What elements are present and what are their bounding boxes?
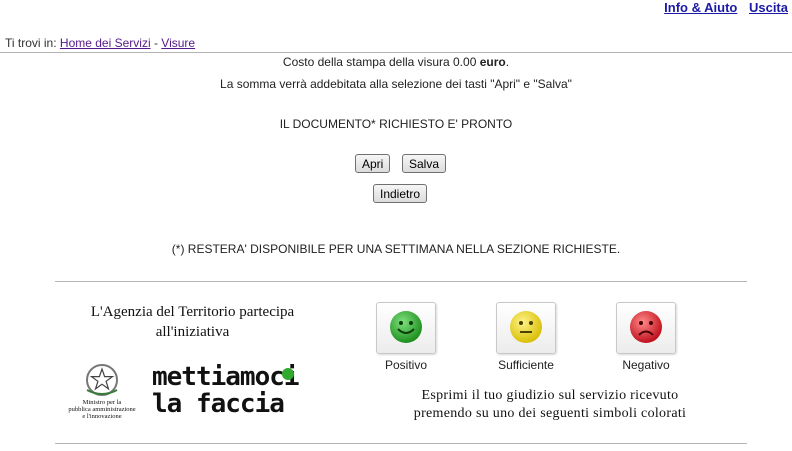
charge-note: La somma verrà addebitata alla selezione… [220,77,572,91]
republic-emblem-icon [78,362,126,398]
cost-line: Costo della stampa della visura 0.00 eur… [0,55,792,69]
ministry-caption: Ministro per la pubblica amministrazione… [64,399,140,420]
rating-sufficient-button[interactable] [496,302,556,354]
agency-text-line1: L'Agenzia del Territorio partecipa [90,304,295,320]
feedback-line1: Esprimi il tuo giudizio sul servizio ric… [421,388,679,403]
cost-suffix: . [505,55,510,69]
happy-face-icon [390,311,422,343]
ministry-line: e l'innovazione [82,413,122,420]
breadcrumb-visure[interactable]: Visure [161,36,195,50]
rating-positive-label: Positivo [384,358,428,372]
save-button[interactable]: Salva [402,154,447,173]
breadcrumb-prefix: Ti trovi in: [5,36,57,50]
breadcrumb-separator: - [153,36,158,50]
cost-text: Costo della stampa della visura 0.00 [282,55,480,69]
ministry-line: pubblica amministrazione [68,406,136,413]
header-divider [0,52,792,53]
rating-positive-button[interactable] [376,302,436,354]
document-ready-message: IL DOCUMENTO* RICHIESTO E' PRONTO [279,117,513,131]
mettiamoci-la-faccia-logo: mettiamoci la faccia [152,362,300,419]
logo-green-face-icon [282,368,294,380]
agency-participation-text: L'Agenzia del Territorio partecipa all'i… [60,302,325,342]
feedback-instructions: Esprimi il tuo giudizio sul servizio ric… [370,387,730,423]
rating-negative-label: Negativo [622,358,670,372]
info-help-link[interactable]: Info & Aiuto [664,0,737,15]
availability-footnote: (*) RESTERA' DISPONIBILE PER UNA SETTIMA… [171,242,621,256]
feedback-line2: premendo su uno dei seguenti simboli col… [413,406,687,421]
sad-face-icon [630,311,662,343]
back-button[interactable]: Indietro [373,184,428,203]
footer-divider-top [55,281,747,282]
neutral-face-icon [510,311,542,343]
logo-line1: mettiamoci [152,362,300,392]
ministry-line: Ministro per la [82,399,122,406]
footer-divider-bottom [55,443,747,444]
breadcrumb: Ti trovi in: Home dei Servizi - Visure [5,36,195,50]
open-button[interactable]: Apri [355,154,391,173]
exit-link[interactable]: Uscita [749,0,788,15]
logo-line2: la faccia [152,389,285,419]
breadcrumb-home-services[interactable]: Home dei Servizi [60,36,151,50]
top-links: Info & Aiuto Uscita [656,0,788,15]
cost-unit: euro [479,55,506,69]
rating-sufficient-label: Sufficiente [498,358,554,372]
agency-text-line2: all'iniziativa [155,324,230,340]
rating-negative-button[interactable] [616,302,676,354]
